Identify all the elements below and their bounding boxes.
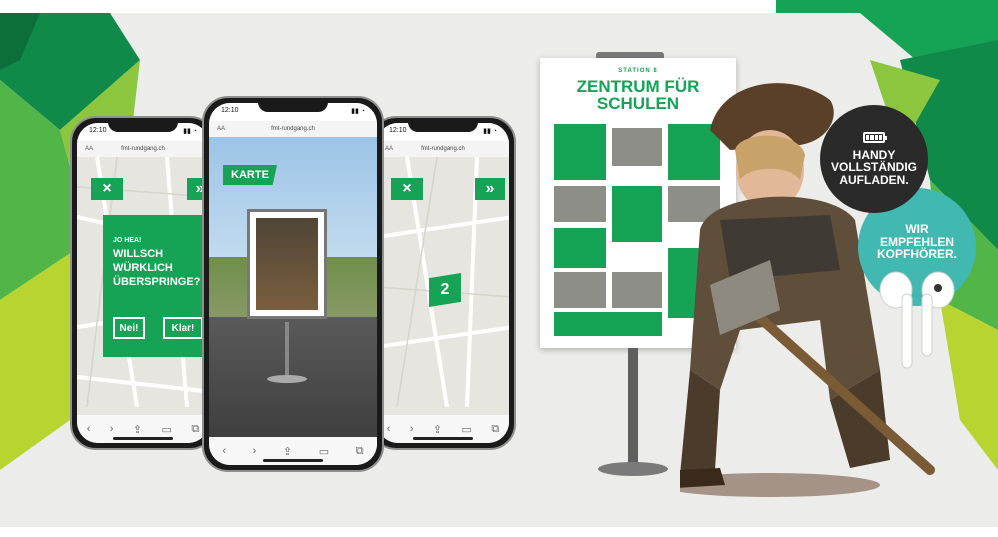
no-button[interactable]: Nei! (113, 317, 145, 339)
home-indicator (113, 437, 173, 440)
url-bar[interactable]: AA fmt-rundgang.ch (77, 141, 209, 157)
url-text: fmt-rundgang.ch (121, 146, 165, 152)
phone-center-screen: 12:10 ▮▮ ◔ AA fmt-rundgang.ch Karte ‹ (209, 103, 377, 465)
bookmarks-icon[interactable]: ▭ (162, 423, 172, 436)
back-icon[interactable]: ‹ (87, 423, 91, 435)
charge-line-2: vollständig (831, 160, 917, 175)
ar-character (256, 218, 318, 310)
station-number: 2 (440, 281, 450, 298)
reader-aa-icon[interactable]: AA (385, 146, 393, 152)
ar-base (267, 375, 307, 383)
dialog-line-3: überspringe? (113, 276, 201, 288)
dialog-line-2: würklich (113, 262, 173, 274)
tip-line-3: Kopfhörer. (876, 247, 957, 262)
station-marker[interactable]: 2 (429, 273, 461, 307)
home-indicator (263, 459, 323, 462)
status-time: 12:10 (89, 127, 107, 134)
dialog-line-1: Willsch (113, 248, 164, 260)
share-icon[interactable]: ⇪ (133, 423, 142, 436)
reader-aa-icon[interactable]: AA (217, 126, 225, 132)
stand-pole (628, 348, 638, 466)
poster-photo (554, 186, 606, 222)
tip-line-1: Wir (905, 222, 929, 237)
url-text: fmt-rundgang.ch (421, 146, 465, 152)
poster-photo (612, 128, 662, 166)
ar-pole (285, 322, 289, 378)
dialog-kicker: Jo hea! (113, 237, 142, 244)
home-indicator (413, 437, 473, 440)
notch (258, 98, 328, 112)
tabs-icon[interactable]: ⧉ (356, 445, 364, 458)
forward-icon[interactable]: › (110, 423, 114, 435)
skip-button[interactable]: » (475, 178, 505, 200)
close-button[interactable]: × (391, 178, 423, 200)
poster-block (612, 186, 662, 242)
poster-block (554, 228, 606, 268)
poster-block (554, 312, 662, 336)
notch (108, 118, 178, 132)
url-text: fmt-rundgang.ch (271, 126, 315, 132)
map-button[interactable]: Karte (223, 165, 277, 185)
charge-tip: Handy vollständig aufladen. (820, 105, 928, 213)
skip-dialog: Jo hea! Willsch würklich überspringe? Ne… (103, 215, 209, 357)
share-icon[interactable]: ⇪ (433, 423, 442, 436)
signal-icon: ▮▮ ◔ (351, 108, 365, 115)
tabs-icon[interactable]: ⧉ (491, 423, 499, 436)
phone-right-screen: 12:10 ▮▮ ◔ AA fmt-rundgang.ch × » 2 ‹ › (377, 123, 509, 443)
charge-line-3: aufladen. (839, 172, 909, 187)
battery-icon (863, 131, 887, 143)
forward-icon[interactable]: › (410, 423, 414, 435)
poster-photo (554, 272, 606, 308)
close-button[interactable]: × (91, 178, 123, 200)
poster-photo (612, 272, 662, 308)
poster-block (554, 124, 606, 180)
ar-poster[interactable] (247, 209, 327, 319)
status-time: 12:10 (221, 107, 239, 114)
yes-button[interactable]: Klar! (163, 317, 203, 339)
signal-icon: ▮▮ ◔ (183, 128, 197, 135)
url-bar[interactable]: AA fmt-rundgang.ch (209, 121, 377, 137)
phone-center: 12:10 ▮▮ ◔ AA fmt-rundgang.ch Karte ‹ (202, 96, 384, 472)
url-bar[interactable]: AA fmt-rundgang.ch (377, 141, 509, 157)
phone-right: 12:10 ▮▮ ◔ AA fmt-rundgang.ch × » 2 ‹ › (370, 116, 516, 450)
hero-banner: 12:10 ▮▮ ◔ AA fmt-rundgang.ch × » Jo hea… (0, 0, 998, 537)
share-icon[interactable]: ⇪ (283, 445, 292, 458)
bookmarks-icon[interactable]: ▭ (462, 423, 472, 436)
back-icon[interactable]: ‹ (387, 423, 391, 435)
phone-left-screen: 12:10 ▮▮ ◔ AA fmt-rundgang.ch × » Jo hea… (77, 123, 209, 443)
bookmarks-icon[interactable]: ▭ (319, 445, 329, 458)
reader-aa-icon[interactable]: AA (85, 146, 93, 152)
phone-left: 12:10 ▮▮ ◔ AA fmt-rundgang.ch × » Jo hea… (70, 116, 216, 450)
signal-icon: ▮▮ ◔ (483, 128, 497, 135)
notch (408, 118, 478, 132)
corner-tab (776, 0, 998, 13)
bottom-margin (0, 527, 998, 537)
stand-base (598, 462, 668, 476)
tabs-icon[interactable]: ⧉ (191, 423, 199, 436)
forward-icon[interactable]: › (253, 445, 257, 457)
earbuds-icon (879, 271, 955, 369)
status-time: 12:10 (389, 127, 407, 134)
back-icon[interactable]: ‹ (222, 445, 226, 457)
